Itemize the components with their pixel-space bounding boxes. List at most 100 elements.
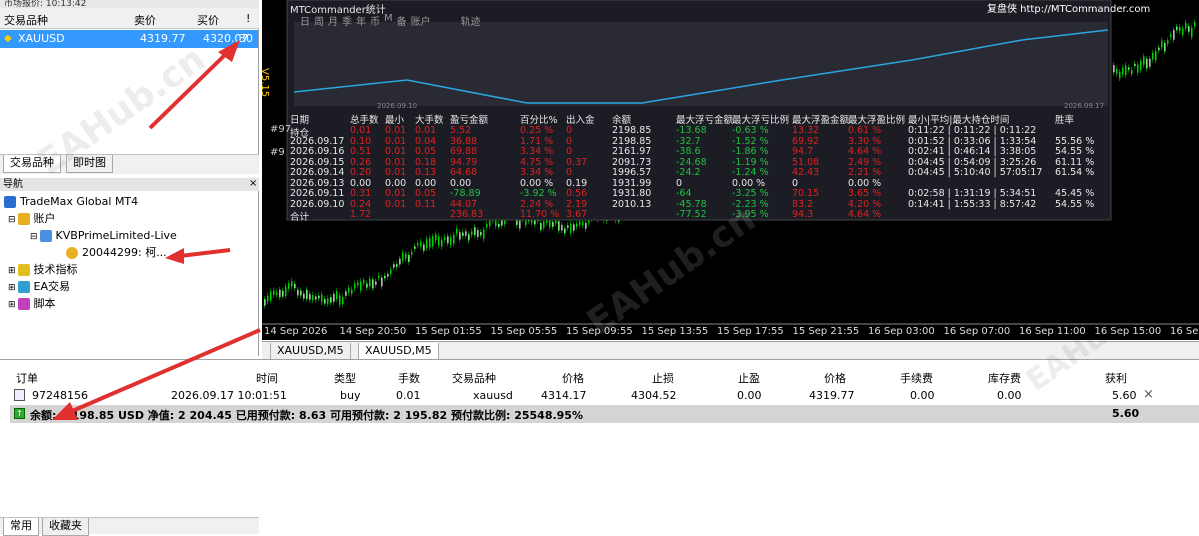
th-profit[interactable]: 获利 xyxy=(1105,370,1127,386)
navigator-title: 导航 xyxy=(0,178,259,191)
col-symbol[interactable]: 交易品种 xyxy=(4,12,48,28)
period-day-button[interactable]: 日 xyxy=(300,13,310,28)
m-button[interactable]: M xyxy=(384,13,393,28)
expand-icon[interactable]: ⊞ xyxy=(8,283,16,293)
th-time[interactable]: 时间 xyxy=(256,370,278,386)
nav-scripts[interactable]: ⊞ 脚本 xyxy=(8,296,56,311)
navigator-panel: 导航 × TradeMax Global MT4 ⊟ 账户 ⊟ KVBPrimeLi… xyxy=(0,178,259,536)
account-button[interactable]: 账户 xyxy=(411,13,431,28)
stats-cell: 11.70 % xyxy=(520,209,560,220)
note-button[interactable]: 备 xyxy=(397,13,407,28)
order-time: 2026.09.17 10:01:51 xyxy=(171,389,287,402)
nav-indicators[interactable]: ⊞ 技术指标 xyxy=(8,262,78,277)
close-icon[interactable]: × xyxy=(249,178,257,189)
stats-cell: 0.18 xyxy=(415,156,437,168)
stats-header: 总手数 xyxy=(350,115,379,126)
period-buttons: 日 周 月 季 年 币 M 备 账户 轨迹 xyxy=(300,13,481,28)
order-profit: 5.60 xyxy=(1112,389,1137,402)
time-axis-label: 16 Sep 03:00 xyxy=(868,326,935,337)
th-swap[interactable]: 库存费 xyxy=(988,370,1021,386)
col-ask[interactable]: 买价 xyxy=(197,12,219,28)
th-tp[interactable]: 止盈 xyxy=(738,370,760,386)
nav-root[interactable]: TradeMax Global MT4 xyxy=(4,194,138,209)
stats-cell: 2198.85 xyxy=(612,135,652,147)
ea-icon xyxy=(17,281,30,293)
th-cur-price[interactable]: 价格 xyxy=(824,370,846,386)
order-id: 97248156 xyxy=(32,389,88,402)
order-row[interactable]: 97248156 2026.09.17 10:01:51 buy 0.01 xa… xyxy=(10,386,1199,404)
order-symbol: xauusd xyxy=(473,389,513,402)
nav-broker[interactable]: ⊟ KVBPrimeLimited-Live xyxy=(30,228,177,243)
time-axis-label: 15 Sep 13:55 xyxy=(641,326,709,337)
col-bid[interactable]: 卖价 xyxy=(134,12,156,28)
stats-cell: 0.00 xyxy=(450,177,472,189)
equity-end-date: 2026.09.17 xyxy=(1064,102,1105,110)
stats-cell: 0.01 xyxy=(385,156,407,168)
th-sl[interactable]: 止损 xyxy=(652,370,674,386)
currency-button[interactable]: 币 xyxy=(370,13,380,28)
th-type[interactable]: 类型 xyxy=(334,370,356,386)
time-axis-label: 15 Sep 05:55 xyxy=(490,326,558,337)
period-week-button[interactable]: 周 xyxy=(314,13,324,28)
period-month-button[interactable]: 月 xyxy=(328,13,338,28)
expand-icon[interactable]: ⊞ xyxy=(8,300,16,310)
stats-cell: 0.01 xyxy=(385,167,407,178)
stats-cell: -1.19 % xyxy=(732,156,769,168)
stats-cell: 0:04:45 | 5:10:40 | 57:05:17 xyxy=(908,167,1043,178)
stats-cell: 44.07 xyxy=(450,198,478,210)
stats-table: 日期 总手数 最小 大手数 盈亏金额 百分比% 出入金 余额 最大浮亏金额 最大浮亏比例 最大浮盈金… xyxy=(290,112,1110,223)
stats-cell: 0.05 xyxy=(415,146,437,157)
time-axis-label: 16 Sep 19:00 xyxy=(1170,326,1199,337)
stats-cell: 236.83 xyxy=(450,209,484,220)
stats-cell: 69.88 xyxy=(450,146,478,157)
market-watch-row-xauusd[interactable]: ◆ XAUUSD 4319.77 4320.07 30 xyxy=(0,30,258,48)
stats-header: 最小|平均|最大持仓时间 xyxy=(908,115,1010,126)
stats-cell: 3.34 % xyxy=(520,146,554,157)
th-lots[interactable]: 手数 xyxy=(398,370,420,386)
tab-common[interactable]: 常用 xyxy=(3,518,39,536)
stats-cell: 2161.97 xyxy=(612,146,652,157)
balance-row: ↑ 余额: 2 198.85 USD 净值: 2 204.45 已用预付款: 8… xyxy=(10,405,1199,423)
brand-link[interactable]: 复盘侠 http://MTCommander.com xyxy=(987,0,1150,15)
nav-ea[interactable]: ⊞ EA交易 xyxy=(8,279,70,294)
stats-cell: 0.01 xyxy=(385,188,407,199)
stats-cell: 0.01 xyxy=(415,125,437,136)
track-button[interactable]: 轨迹 xyxy=(461,13,481,28)
stats-cell: 69.92 xyxy=(792,135,820,147)
th-commission[interactable]: 手续费 xyxy=(900,370,933,386)
stats-header: 最大浮亏比例 xyxy=(732,115,790,126)
th-price[interactable]: 价格 xyxy=(562,370,584,386)
th-symbol[interactable]: 交易品种 xyxy=(452,370,496,386)
order-lots: 0.01 xyxy=(396,389,421,402)
stats-cell: 1.72 xyxy=(350,209,372,220)
stats-cell: 54.55 % xyxy=(1055,198,1095,210)
stats-cell: 0.00 xyxy=(385,177,407,189)
price-chart[interactable]: MTCommander统计 复盘侠 http://MTCommander.com… xyxy=(262,0,1199,340)
stats-cell: 2.19 xyxy=(566,198,588,210)
stats-cell: 0 xyxy=(566,167,573,178)
stats-cell: 5.52 xyxy=(450,125,472,136)
col-spread[interactable]: ! xyxy=(246,12,250,25)
tab-favorites[interactable]: 收藏夹 xyxy=(42,518,89,536)
collapse-icon[interactable]: ⊟ xyxy=(8,215,16,225)
expand-icon[interactable]: ⊞ xyxy=(8,266,16,276)
close-order-icon[interactable]: × xyxy=(1143,387,1154,402)
balance-icon: ↑ xyxy=(14,408,25,419)
th-order[interactable]: 订单 xyxy=(16,370,38,386)
stats-cell: 0.01 xyxy=(385,125,407,136)
nav-accounts[interactable]: ⊟ 账户 xyxy=(8,211,56,226)
stats-header: 日期 xyxy=(290,115,310,126)
time-axis-label: 16 Sep 07:00 xyxy=(943,326,1011,337)
collapse-icon[interactable]: ⊟ xyxy=(30,232,38,242)
period-quarter-button[interactable]: 季 xyxy=(342,13,352,28)
stats-cell: 3.67 xyxy=(566,209,588,220)
stats-cell: -1.52 % xyxy=(732,135,769,147)
nav-account-item[interactable]: 20044299: 柯... xyxy=(66,245,167,260)
order-icon xyxy=(14,389,25,401)
stats-header: 出入金 xyxy=(566,115,595,126)
equity-start-date: 2026.09.10 xyxy=(377,102,418,110)
stats-cell: 1931.99 xyxy=(612,177,652,189)
period-year-button[interactable]: 年 xyxy=(356,13,366,28)
row-spread: 30 xyxy=(239,32,253,45)
stats-cell: -24.68 xyxy=(676,156,707,168)
